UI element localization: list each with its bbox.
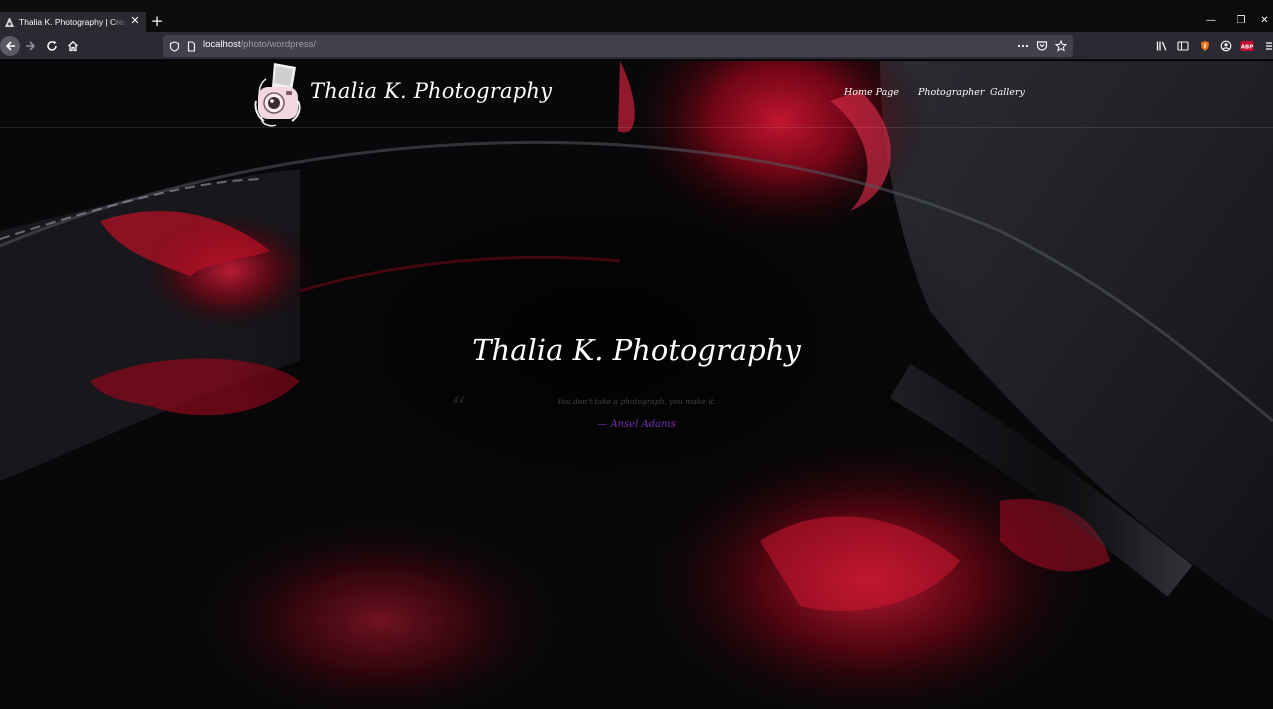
window-titlebar <box>0 0 1273 12</box>
navigation-toolbar: localhost/photo/wordpress/ ABP <box>0 32 1273 60</box>
address-bar[interactable]: localhost/photo/wordpress/ <box>163 35 1073 57</box>
hero-title: Thalia K. Photography <box>472 333 801 367</box>
shield-icon[interactable] <box>167 39 181 53</box>
close-window-button[interactable]: ✕ <box>1256 12 1273 32</box>
pocket-icon[interactable] <box>1035 39 1049 53</box>
minimize-button[interactable]: — <box>1196 12 1226 32</box>
back-button[interactable] <box>0 36 20 56</box>
sidebar-icon[interactable] <box>1176 39 1190 53</box>
hero-quote-author: — Ansel Adams <box>597 419 676 430</box>
arrow-right-icon <box>26 41 36 51</box>
home-button[interactable] <box>63 36 83 56</box>
star-icon[interactable] <box>1054 39 1068 53</box>
url-text[interactable]: localhost/photo/wordpress/ <box>203 39 316 50</box>
tab-strip: Thalia K. Photography | Create ✕ + — ❐ ✕ <box>0 12 1273 32</box>
reload-button[interactable] <box>42 36 62 56</box>
hamburger-icon[interactable] <box>1264 39 1273 53</box>
adblock-extension-icon[interactable]: ABP <box>1240 39 1254 53</box>
library-icon[interactable] <box>1155 39 1169 53</box>
more-dots-icon[interactable] <box>1016 39 1030 53</box>
close-tab-icon[interactable]: ✕ <box>129 15 141 27</box>
site-header: Thalia K. Photography Home Page Photogra… <box>0 61 1273 128</box>
tab-title: Thalia K. Photography | Create <box>19 17 127 27</box>
tab-active[interactable]: Thalia K. Photography | Create ✕ <box>0 12 146 32</box>
camera-favicon-icon <box>3 16 15 28</box>
restore-button[interactable]: ❐ <box>1226 12 1256 32</box>
menu-item-gallery[interactable]: Gallery <box>990 87 1025 98</box>
account-icon[interactable] <box>1219 39 1233 53</box>
site-title[interactable]: Thalia K. Photography <box>310 79 552 103</box>
forward-button[interactable] <box>21 36 41 56</box>
url-path: /photo/wordpress/ <box>240 39 317 50</box>
url-host: localhost <box>203 39 241 50</box>
menu-item-home-page[interactable]: Home Page <box>844 87 899 98</box>
home-icon <box>68 40 78 52</box>
hero-background-image <box>0 61 1273 709</box>
camera-logo-icon[interactable] <box>252 61 304 127</box>
reload-icon <box>47 40 57 51</box>
new-tab-button[interactable]: + <box>149 13 165 29</box>
hero-quote: You don't take a photograph, you make it… <box>557 397 716 406</box>
page-viewport: Thalia K. Photography Home Page Photogra… <box>0 61 1273 709</box>
brave-extension-icon[interactable] <box>1198 39 1212 53</box>
menu-item-photographer[interactable]: Photographer <box>918 87 984 98</box>
arrow-left-icon <box>5 41 15 51</box>
adblock-badge-text: ABP <box>1241 45 1253 51</box>
page-icon[interactable] <box>184 39 198 53</box>
